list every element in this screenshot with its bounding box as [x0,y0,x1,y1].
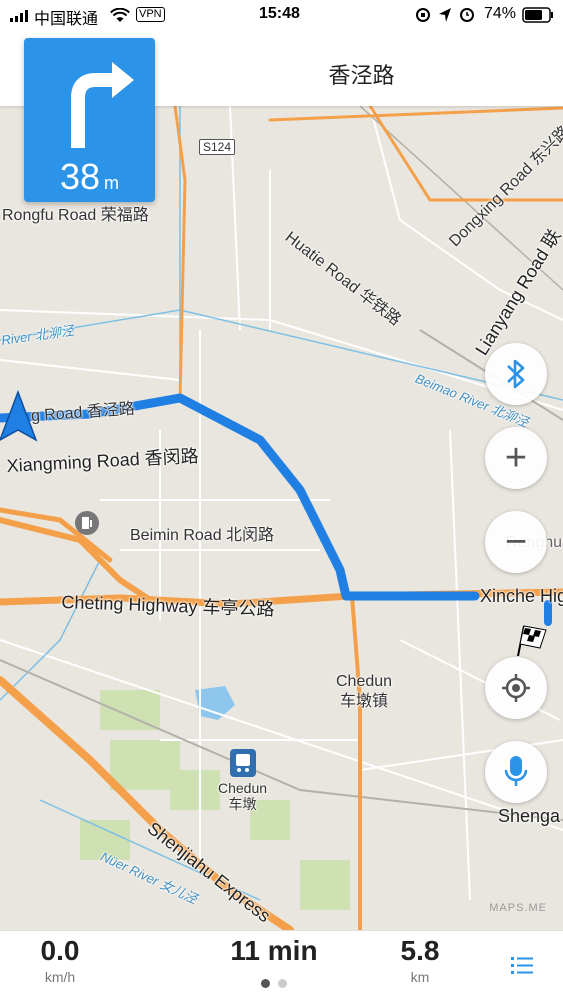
turn-instruction-card[interactable]: 38 m [24,38,155,202]
plus-icon: + [504,437,528,479]
locate-icon [502,674,530,702]
location-arrow-icon [439,8,451,22]
signal-icon [10,10,28,22]
speed-metric: 0.0 km/h [20,935,100,985]
map-canvas[interactable]: S124 Rongfu Road 荣福路 Huatie Road 华铁路 Don… [0,106,563,930]
turn-distance-unit: m [104,173,120,193]
page-dot-2 [278,979,287,988]
distance-unit: km [410,969,430,985]
road-label-s124: S124 [199,139,236,155]
vpn-badge: VPN [136,7,165,22]
current-street-name: 香泾路 [328,63,395,88]
page-dot-1 [261,979,270,988]
page-indicator[interactable] [257,975,291,993]
bluetooth-icon [507,359,525,389]
battery-icon [522,7,553,23]
bluetooth-button[interactable] [485,343,547,405]
time-metric: 11 min [215,935,333,967]
speed-value: 0.0 [40,935,80,966]
place-label-chedun-town: Chedun 车墩镇 [336,673,393,710]
voice-button[interactable] [485,741,547,803]
turn-distance: 38 m [24,156,155,198]
map-credit: MAPS.ME [489,902,547,914]
battery-percent: 74% [484,5,517,22]
microphone-icon [504,756,528,786]
time-remaining: 11 min [230,935,318,966]
turn-right-icon [71,62,134,148]
wifi-icon [110,8,130,22]
alarm-icon [460,8,474,22]
road-label-xinche: Xinche Hig [480,586,563,606]
road-label-rongfu: Rongfu Road 荣福路 [2,207,149,224]
trip-info-panel: 0.0 km/h 11 min 5.8 km [0,930,563,1001]
train-station-icon[interactable] [229,748,257,778]
distance-value: 5.8 [400,935,440,966]
gas-station-icon[interactable] [74,510,100,536]
zoom-out-button[interactable]: − [485,511,547,573]
carrier-name: 中国联通 [34,11,99,28]
road-label-shenga: Shenga [498,806,561,826]
destination-flag-icon [517,625,547,657]
road-label-beimin: Beimin Road 北闵路 [130,527,275,544]
turn-distance-value: 38 [59,156,101,197]
list-menu-icon[interactable] [511,955,533,975]
my-location-button[interactable] [485,657,547,719]
speed-unit: km/h [44,969,76,985]
minus-icon: − [504,521,528,563]
orientation-lock-icon [416,8,430,22]
distance-metric: 5.8 km [380,935,460,985]
zoom-in-button[interactable]: + [485,427,547,489]
status-bar: 中国联通 VPN 15:48 74% [0,0,563,30]
place-label-chedun-station: Chedun 车墩 [218,780,268,812]
clock: 15:48 [259,5,300,22]
